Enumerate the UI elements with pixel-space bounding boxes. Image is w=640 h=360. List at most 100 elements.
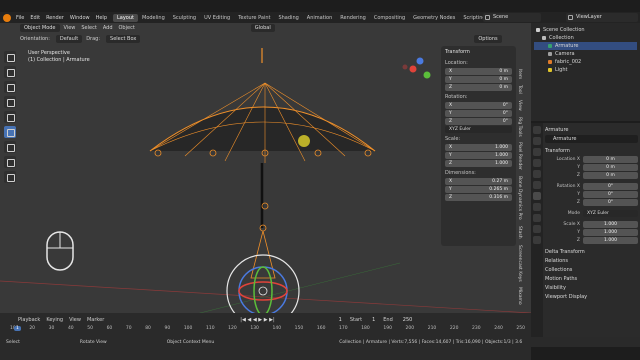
view-layer-props-icon[interactable] xyxy=(533,159,541,167)
tab-texture-paint[interactable]: Texture Paint xyxy=(234,14,274,22)
timeline-menu-view[interactable]: View xyxy=(69,317,81,323)
tab-layout[interactable]: Layout xyxy=(113,13,138,22)
tool-props-icon[interactable] xyxy=(533,126,541,134)
outliner-item-armature[interactable]: Armature xyxy=(534,42,637,50)
sidebar-tab-screencast-keys[interactable]: Screencast Keys xyxy=(517,245,522,282)
rotation-mode-dropdown[interactable]: XYZ Euler xyxy=(445,126,512,133)
section-motion-paths[interactable]: Motion Paths xyxy=(545,275,638,284)
section-relations[interactable]: Relations xyxy=(545,257,638,266)
timeline-tick: 150 xyxy=(294,326,304,331)
rotation-x-field[interactable]: X 0° xyxy=(445,102,512,109)
timeline-header: Playback Keying View Marker |◀ ◀ ◀ ▶ ▶ ▶… xyxy=(0,315,531,325)
menu-render[interactable]: Render xyxy=(46,15,64,21)
constraint-props-icon[interactable] xyxy=(533,225,541,233)
modifier-props-icon[interactable] xyxy=(533,203,541,211)
prop-rotation-y[interactable]: Y 0° xyxy=(545,191,638,198)
sidebar-tab-rig-tools[interactable]: Rig Tools xyxy=(517,117,522,137)
menu-edit[interactable]: Edit xyxy=(30,15,40,21)
rotation-label: Rotation: xyxy=(445,94,468,100)
blender-logo-icon[interactable] xyxy=(3,13,11,22)
scene-props-icon[interactable] xyxy=(533,170,541,178)
outliner-scene-collection[interactable]: Scene Collection xyxy=(534,26,637,34)
prop-location-y[interactable]: Y0 m xyxy=(545,164,638,171)
rotation-z-field[interactable]: Z 0° xyxy=(445,118,512,125)
timeline-menu-marker[interactable]: Marker xyxy=(87,317,104,323)
dimensions-x-field[interactable]: X 0.27 m xyxy=(445,178,512,185)
section-viewport-display[interactable]: Viewport Display xyxy=(545,293,638,302)
timeline-tick: 40 xyxy=(67,326,74,331)
scale-x-field[interactable]: X 1.000 xyxy=(445,144,512,151)
scale-z-field[interactable]: Z 1.000 xyxy=(445,160,512,167)
sidebar-tab-stash[interactable]: Stash xyxy=(517,226,522,239)
outliner-item-fabric[interactable]: fabric_002 xyxy=(534,58,637,66)
scale-y-field[interactable]: Y 1.000 xyxy=(445,152,512,159)
dimensions-z-field[interactable]: Z 0.316 m xyxy=(445,194,512,201)
outliner-item-camera[interactable]: Camera xyxy=(534,50,637,58)
object-name-field[interactable]: Armature xyxy=(545,135,638,143)
section-visibility[interactable]: Visibility xyxy=(545,284,638,293)
outliner-item-light[interactable]: Light xyxy=(534,66,637,74)
transform-section-header[interactable]: Transform xyxy=(545,147,638,156)
timeline-tick: 250 xyxy=(516,326,525,331)
prop-rotation-x[interactable]: Rotation X 0° xyxy=(545,183,638,190)
tab-uv-editing[interactable]: UV Editing xyxy=(200,14,234,22)
render-props-icon[interactable] xyxy=(533,137,541,145)
x-axis-line xyxy=(0,280,531,314)
sidebar-tab-view[interactable]: View xyxy=(517,100,522,111)
section-collections[interactable]: Collections xyxy=(545,266,638,275)
timeline-tick: 20 xyxy=(29,326,36,331)
timeline-tick: 170 xyxy=(339,326,348,331)
location-x-field[interactable]: X0 m xyxy=(445,68,512,75)
timeline-tick: 110 xyxy=(205,326,215,331)
tab-animation[interactable]: Animation xyxy=(303,14,337,22)
menu-help[interactable]: Help xyxy=(96,15,107,21)
tab-modeling[interactable]: Modeling xyxy=(138,14,169,22)
transform-panel-title[interactable]: Transform xyxy=(445,49,512,55)
tab-geometry-nodes[interactable]: Geometry Nodes xyxy=(409,14,459,22)
data-props-icon[interactable] xyxy=(533,236,541,244)
timeline-tick: 30 xyxy=(48,326,55,331)
playback-controls[interactable]: |◀ ◀ ◀ ▶ ▶ ▶| xyxy=(240,317,274,323)
current-frame-field[interactable]: 1 xyxy=(334,316,346,324)
end-frame-field[interactable]: 250 xyxy=(398,316,417,324)
prop-rotation-mode[interactable]: Mode XYZ Euler xyxy=(545,210,638,217)
sidebar-tab-item[interactable]: Item xyxy=(517,69,522,79)
prop-location-x[interactable]: Location X0 m xyxy=(545,156,638,163)
sidebar-tab-bone-dynamics[interactable]: Bone Dynamics Pro xyxy=(517,176,522,220)
world-props-icon[interactable] xyxy=(533,181,541,189)
prop-scale-y[interactable]: Y 1.000 xyxy=(545,229,638,236)
tab-compositing[interactable]: Compositing xyxy=(370,14,409,22)
prop-rotation-z[interactable]: Z 0° xyxy=(545,199,638,206)
tab-rendering[interactable]: Rendering xyxy=(336,14,370,22)
location-z-field[interactable]: Z0 m xyxy=(445,84,512,91)
prop-scale-z[interactable]: Z 1.000 xyxy=(545,237,638,244)
prop-location-z[interactable]: Z0 m xyxy=(545,172,638,179)
start-frame-field[interactable]: 1 xyxy=(368,316,380,324)
view-layer-selector[interactable]: ViewLayer xyxy=(566,13,638,22)
object-props-icon[interactable] xyxy=(533,192,541,200)
menu-file[interactable]: File xyxy=(16,15,24,21)
timeline-menu-playback[interactable]: Playback xyxy=(18,317,40,323)
menu-window[interactable]: Window xyxy=(70,15,90,21)
prop-scale-x[interactable]: Scale X 1.000 xyxy=(545,221,638,228)
playhead-frame[interactable]: 1 xyxy=(14,326,21,331)
location-y-field[interactable]: Y0 m xyxy=(445,76,512,83)
rotation-y-field[interactable]: Y 0° xyxy=(445,110,512,117)
scene-selector[interactable]: Scene xyxy=(483,13,541,22)
output-props-icon[interactable] xyxy=(533,148,541,156)
tab-sculpting[interactable]: Sculpting xyxy=(169,14,200,22)
tab-shading[interactable]: Shading xyxy=(274,14,302,22)
dimensions-y-field[interactable]: Y 0.265 m xyxy=(445,186,512,193)
timeline-tick: 180 xyxy=(361,326,370,331)
sidebar-tab-mixamo[interactable]: Mixamo xyxy=(517,287,522,305)
physics-props-icon[interactable] xyxy=(533,214,541,222)
timeline-menu-keying[interactable]: Keying xyxy=(46,317,63,323)
object-name-header: Armature xyxy=(545,127,569,133)
navigation-gizmo[interactable] xyxy=(402,57,431,79)
sidebar-tab-pixel-render[interactable]: Pixel Render xyxy=(517,142,522,170)
outliner-item-collection[interactable]: Collection xyxy=(534,34,637,42)
outliner: Scene Collection Collection Armature Cam… xyxy=(531,23,640,121)
timeline-ruler[interactable]: 10 20 30 40 50 60 70 80 90 100 110 120 130 140 150 160 1… xyxy=(10,326,525,334)
section-delta-transform[interactable]: Delta Transform xyxy=(545,248,638,257)
sidebar-tab-tool[interactable]: Tool xyxy=(517,85,522,94)
